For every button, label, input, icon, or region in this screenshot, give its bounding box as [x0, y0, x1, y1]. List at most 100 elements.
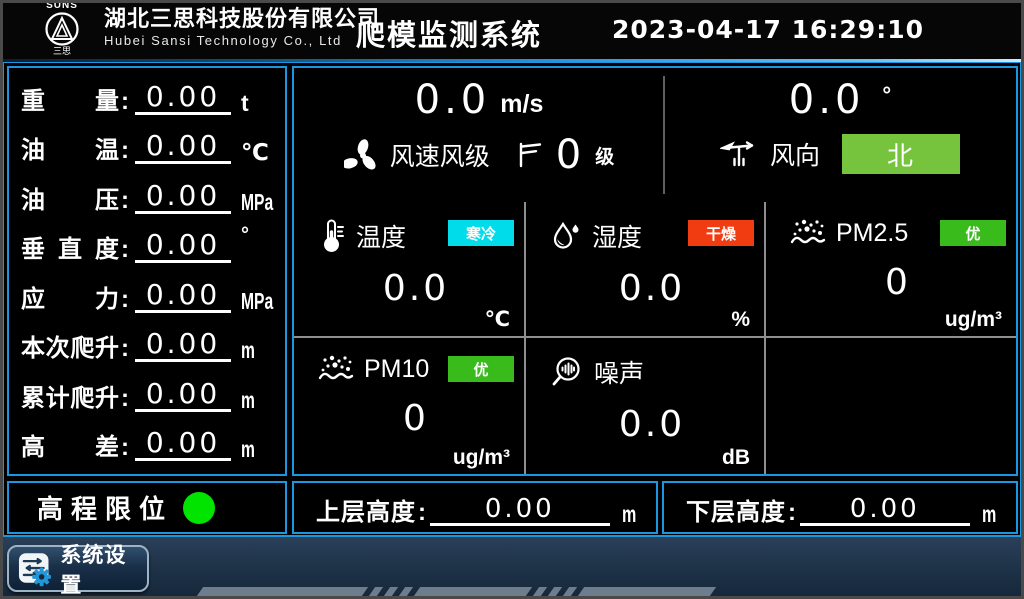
sensor-value: 0.0 [318, 268, 514, 309]
upper-height-box: 上层高度: 0.00 m [292, 481, 658, 534]
metric-height-diff: 高 差: 0.00 m [21, 419, 275, 469]
metric-value: 0.00 [146, 278, 220, 311]
metric-colon: : [119, 435, 131, 461]
logo-suns-text: SUNS [26, 1, 98, 11]
wind-direction-label: 风向 [770, 136, 820, 172]
metric-value: 0.00 [146, 228, 220, 261]
sensor-label: 湿度 [592, 218, 642, 254]
metric-value-field: 0.00 [135, 181, 231, 214]
metric-unit: ℃ [241, 140, 275, 164]
lower-height-field: 0.00 [800, 495, 970, 526]
sensor-cell-pm10: PM10 优 0 ug/m³ [294, 338, 526, 474]
sensor-label: 噪声 [594, 354, 644, 390]
wind-direction-value: 0.0 [789, 78, 865, 122]
metric-weight: 重 量: 0.00 t [21, 72, 275, 122]
sansi-logo-icon [44, 11, 80, 47]
sensor-unit: % [731, 308, 750, 332]
wind-speed-unit: m/s [500, 90, 543, 119]
lower-height-label: 下层高度 [686, 500, 786, 526]
particles-icon [318, 354, 354, 384]
wind-speed-label: 风速风级 [390, 137, 490, 173]
droplet-icon [550, 220, 582, 252]
wind-speed-value: 0.0 [415, 78, 491, 122]
wind-row: 0.0 m/s 风速风级 [294, 68, 1016, 200]
taskbar: 系统设置 [0, 537, 1024, 599]
upper-height-unit: m [622, 502, 636, 526]
metric-value: 0.00 [146, 426, 220, 459]
metric-unit: MPa [241, 190, 264, 214]
sensor-label: PM10 [364, 355, 429, 384]
lower-height-colon: : [788, 500, 796, 526]
sensor-value: 0.0 [550, 268, 754, 309]
company-name-en: Hubei Sansi Technology Co., Ltd [104, 32, 380, 50]
metric-oil-temp: 油 温: 0.00 ℃ [21, 122, 275, 172]
taskbar-decor-stripes [200, 587, 713, 596]
metric-label: 高 差 [21, 435, 119, 461]
sensor-unit: ug/m³ [453, 446, 510, 470]
sensor-label: PM2.5 [836, 219, 908, 248]
metric-unit: ° [241, 221, 275, 247]
metric-value-field: 0.00 [135, 428, 231, 461]
metric-value: 0.00 [146, 377, 220, 410]
metric-stress: 应 力: 0.00 MPa [21, 270, 275, 320]
metric-label: 垂直度 [21, 237, 119, 263]
metric-total-climb: 累计爬升: 0.00 m [21, 369, 275, 419]
temperature-status-badge: 寒冷 [448, 220, 514, 246]
metric-unit: m [241, 338, 264, 362]
settings-sliders-gear-icon [17, 551, 52, 587]
wind-direction-unit: ° [882, 82, 891, 108]
sensor-cell-humidity: 湿度 干燥 0.0 % [526, 202, 766, 338]
company-name-block: 湖北三思科技股份有限公司 Hubei Sansi Technology Co.,… [104, 6, 380, 50]
system-settings-label: 系统设置 [60, 539, 147, 599]
monitoring-screen: SUNS 三思 湖北三思科技股份有限公司 Hubei Sansi Technol… [0, 0, 1024, 599]
metric-unit: m [241, 388, 264, 412]
datetime-display: 2023-04-17 16:29:10 [612, 15, 924, 44]
metric-label: 应 力 [21, 287, 119, 313]
sensor-grid: 温度 寒冷 0.0 ℃ 湿度 干燥 0.0 % [294, 202, 1016, 474]
metric-value: 0.00 [146, 179, 220, 212]
metric-value-field: 0.00 [135, 82, 231, 115]
sensor-cell-empty [766, 338, 1016, 474]
humidity-status-badge: 干燥 [688, 220, 754, 246]
header-bar: SUNS 三思 湖北三思科技股份有限公司 Hubei Sansi Technol… [0, 0, 1024, 60]
company-name-cn: 湖北三思科技股份有限公司 [104, 6, 380, 32]
metric-label: 重 量 [21, 89, 119, 115]
thermometer-icon [318, 219, 346, 253]
metric-current-climb: 本次爬升: 0.00 m [21, 320, 275, 370]
page-title: 爬模监测系统 [356, 12, 542, 54]
metric-value-field: 0.00 [135, 329, 231, 362]
wind-level-icon [516, 140, 544, 170]
wind-level-value: 0 [556, 134, 581, 176]
elevation-limit-indicator [183, 492, 215, 524]
wind-speed-cell: 0.0 m/s 风速风级 [294, 68, 664, 200]
wind-direction-badge: 北 [842, 134, 960, 174]
metric-verticality: 垂直度: 0.00 ° [21, 221, 275, 271]
upper-height-value: 0.00 [485, 494, 555, 524]
pm10-status-badge: 优 [448, 356, 514, 382]
wind-level-unit: 级 [595, 142, 614, 169]
sensor-value: 0 [318, 398, 514, 439]
system-settings-button[interactable]: 系统设置 [7, 545, 149, 592]
sensor-label: 温度 [356, 218, 406, 254]
metric-colon: : [119, 386, 131, 412]
wind-direction-cell: 0.0 ° 风向 北 [664, 68, 1016, 200]
company-logo: SUNS 三思 [26, 1, 98, 59]
metric-value: 0.00 [146, 80, 220, 113]
metric-unit: MPa [241, 289, 264, 313]
sensor-unit: ug/m³ [945, 308, 1002, 332]
sensor-cell-temperature: 温度 寒冷 0.0 ℃ [294, 202, 526, 338]
metric-oil-pressure: 油 压: 0.00 MPa [21, 171, 275, 221]
upper-height-label: 上层高度 [316, 500, 416, 526]
metric-value-field: 0.00 [135, 230, 231, 263]
metrics-panel: 重 量: 0.00 t 油 温: 0.00 ℃ 油 压: 0.00 MPa 垂直… [7, 66, 287, 476]
metric-value: 0.00 [146, 129, 220, 162]
sensor-value: 0.0 [550, 404, 754, 445]
upper-height-colon: : [418, 500, 426, 526]
metric-label: 油 压 [21, 188, 119, 214]
elevation-limit-label: 高程限位 [37, 489, 173, 526]
upper-height-field: 0.00 [430, 495, 610, 526]
elevation-limit-box: 高程限位 [7, 481, 287, 534]
metric-value: 0.00 [146, 327, 220, 360]
metric-colon: : [119, 89, 131, 115]
lower-height-unit: m [982, 502, 996, 526]
